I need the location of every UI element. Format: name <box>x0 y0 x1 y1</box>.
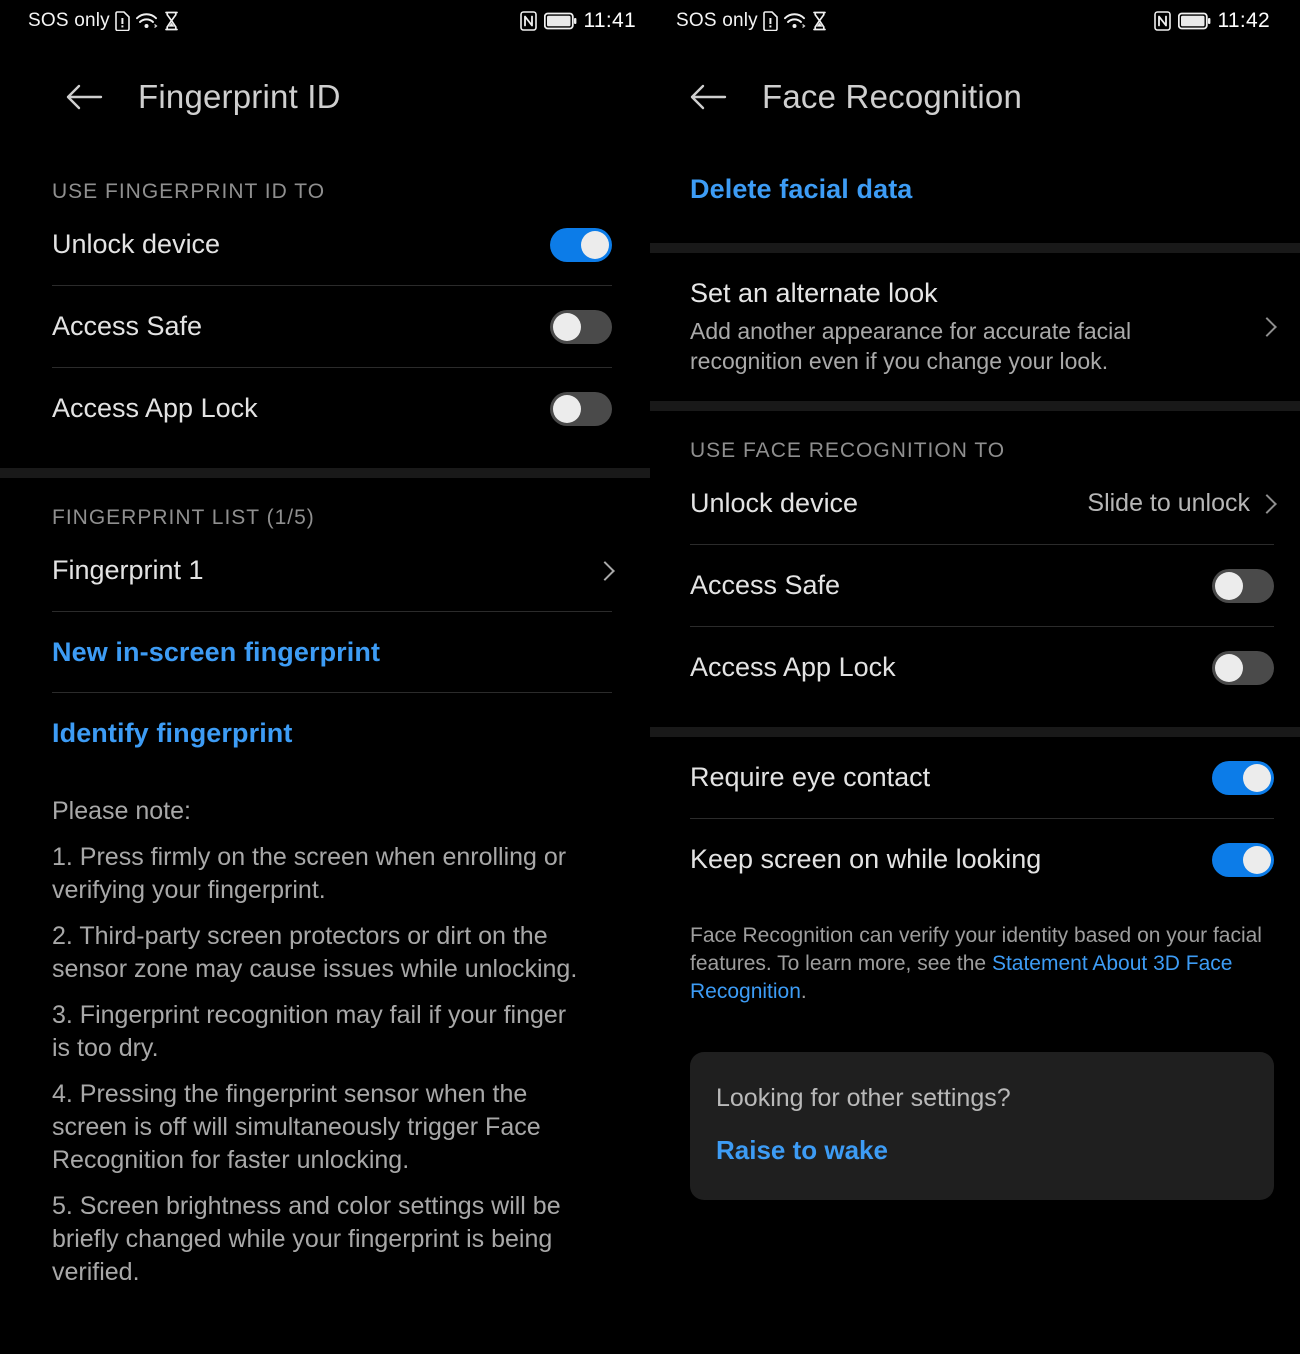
nfc-icon <box>1153 11 1171 31</box>
row-label: Access Safe <box>52 311 203 341</box>
status-left-group: SOS only <box>676 10 827 32</box>
sim-alert-icon <box>763 11 778 31</box>
new-in-screen-fingerprint-button[interactable]: New in-screen fingerprint <box>0 612 650 692</box>
wifi-icon <box>135 11 159 31</box>
footnote-period: . <box>800 980 807 1004</box>
note-title: Please note: <box>52 797 191 825</box>
back-button[interactable] <box>56 69 112 125</box>
row-access-safe[interactable]: Access Safe <box>0 286 650 367</box>
toggle-require-eye-contact[interactable] <box>1212 760 1274 795</box>
note-item: 5. Screen brightness and color settings … <box>52 1192 561 1286</box>
page-title: Fingerprint ID <box>138 78 341 115</box>
clock-label: 11:41 <box>583 9 636 32</box>
title-bar-right: Face Recognition <box>650 42 1300 152</box>
face-recognition-footnote: Face Recognition can verify your identit… <box>650 900 1300 1006</box>
face-options-list: Require eye contact Keep screen on while… <box>650 737 1300 900</box>
row-unlock-device[interactable]: Unlock device <box>0 204 650 285</box>
toggle-unlock-device[interactable] <box>550 227 612 262</box>
row-access-app-lock[interactable]: Access App Lock <box>0 368 650 449</box>
title-bar-left: Fingerprint ID <box>0 42 650 152</box>
note-item: 3. Fingerprint recognition may fail if y… <box>52 1001 567 1062</box>
status-right-group: 11:41 <box>519 9 637 33</box>
identify-fingerprint-label: Identify fingerprint <box>52 717 293 748</box>
unlock-mode-value: Slide to unlock <box>1087 489 1250 517</box>
wifi-icon <box>783 11 807 31</box>
section-header-use-face-recognition: USE FACE RECOGNITION TO <box>690 439 1006 462</box>
row-require-eye-contact[interactable]: Require eye contact <box>650 737 1300 818</box>
note-item: 2. Third-party screen protectors or dirt… <box>52 922 578 983</box>
row-label: Access App Lock <box>690 652 896 682</box>
hourglass-icon <box>812 11 827 31</box>
back-arrow-icon <box>689 82 727 112</box>
alternate-look-texts: Set an alternate look Add another appear… <box>690 278 1260 377</box>
note-item: 4. Pressing the fingerprint sensor when … <box>52 1080 541 1174</box>
battery-icon <box>1177 12 1211 30</box>
raise-to-wake-link[interactable]: Raise to wake <box>716 1135 1248 1166</box>
toggle-keep-screen-on[interactable] <box>1212 842 1274 877</box>
carrier-label: SOS only <box>676 10 758 31</box>
toggle-access-safe[interactable] <box>550 309 612 344</box>
other-settings-question: Looking for other settings? <box>716 1084 1011 1113</box>
new-fingerprint-label: New in-screen fingerprint <box>52 636 381 667</box>
back-button[interactable] <box>680 69 736 125</box>
page-title: Face Recognition <box>762 78 1023 115</box>
battery-icon <box>543 12 577 30</box>
section-header-use-fingerprint: USE FINGERPRINT ID TO <box>52 180 326 203</box>
toggle-access-app-lock[interactable] <box>550 391 612 426</box>
clock-label: 11:42 <box>1217 9 1270 32</box>
row-label: Access Safe <box>690 570 841 600</box>
row-label: Unlock device <box>690 488 859 518</box>
fingerprint-id-screen: SOS only 11:41 Fingerprint ID USE FINGER… <box>0 0 650 1354</box>
delete-facial-data-label: Delete facial data <box>690 174 913 204</box>
row-label: Access App Lock <box>52 393 258 423</box>
row-unlock-device[interactable]: Unlock device Slide to unlock <box>650 463 1300 544</box>
please-note-block: Please note: 1. Press firmly on the scre… <box>0 773 650 1289</box>
delete-facial-data-row[interactable]: Delete facial data <box>650 152 1300 227</box>
chevron-right-icon <box>1257 493 1277 514</box>
alternate-look-title: Set an alternate look <box>690 277 938 308</box>
status-bar-right: SOS only 11:42 <box>650 0 1300 42</box>
back-arrow-icon <box>65 82 103 112</box>
chevron-right-icon <box>595 560 615 581</box>
set-alternate-look-row[interactable]: Set an alternate look Add another appear… <box>650 253 1300 401</box>
fingerprint-usage-list: Unlock device Access Safe Access App Loc… <box>0 204 650 449</box>
section-separator-band <box>650 243 1300 253</box>
toggle-access-app-lock[interactable] <box>1212 650 1274 685</box>
nfc-icon <box>519 11 537 31</box>
row-access-app-lock[interactable]: Access App Lock <box>650 627 1300 708</box>
row-keep-screen-on[interactable]: Keep screen on while looking <box>650 819 1300 900</box>
section-separator-band <box>0 468 650 478</box>
row-label: Require eye contact <box>690 762 931 792</box>
row-value-group: Slide to unlock <box>1087 489 1277 518</box>
row-access-safe[interactable]: Access Safe <box>650 545 1300 626</box>
row-label: Unlock device <box>52 229 221 259</box>
fingerprint-list: Fingerprint 1 New in-screen fingerprint … <box>0 530 650 773</box>
status-left-group: SOS only <box>28 10 179 32</box>
identify-fingerprint-button[interactable]: Identify fingerprint <box>0 693 650 773</box>
fingerprint-name: Fingerprint 1 <box>52 555 204 585</box>
section-separator-band <box>650 727 1300 737</box>
sim-alert-icon <box>115 11 130 31</box>
row-label: Keep screen on while looking <box>690 844 1042 874</box>
status-right-group: 11:42 <box>1153 9 1271 33</box>
alternate-look-subtitle: Add another appearance for accurate faci… <box>690 317 1132 374</box>
toggle-access-safe[interactable] <box>1212 568 1274 603</box>
section-header-fingerprint-list: FINGERPRINT LIST (1/5) <box>52 506 315 529</box>
dual-screenshot: SOS only 11:41 Fingerprint ID USE FINGER… <box>0 0 1300 1354</box>
note-item: 1. Press firmly on the screen when enrol… <box>52 843 567 904</box>
face-usage-list: Unlock device Slide to unlock Access Saf… <box>650 463 1300 708</box>
other-settings-card: Looking for other settings? Raise to wak… <box>690 1052 1274 1201</box>
list-item-fingerprint-1[interactable]: Fingerprint 1 <box>0 530 650 611</box>
hourglass-icon <box>164 11 179 31</box>
status-bar-left: SOS only 11:41 <box>0 0 650 42</box>
face-recognition-screen: SOS only 11:42 Face Recognition Delete f… <box>650 0 1300 1354</box>
chevron-right-icon <box>1257 317 1277 337</box>
carrier-label: SOS only <box>28 10 110 31</box>
section-separator-band <box>650 401 1300 411</box>
